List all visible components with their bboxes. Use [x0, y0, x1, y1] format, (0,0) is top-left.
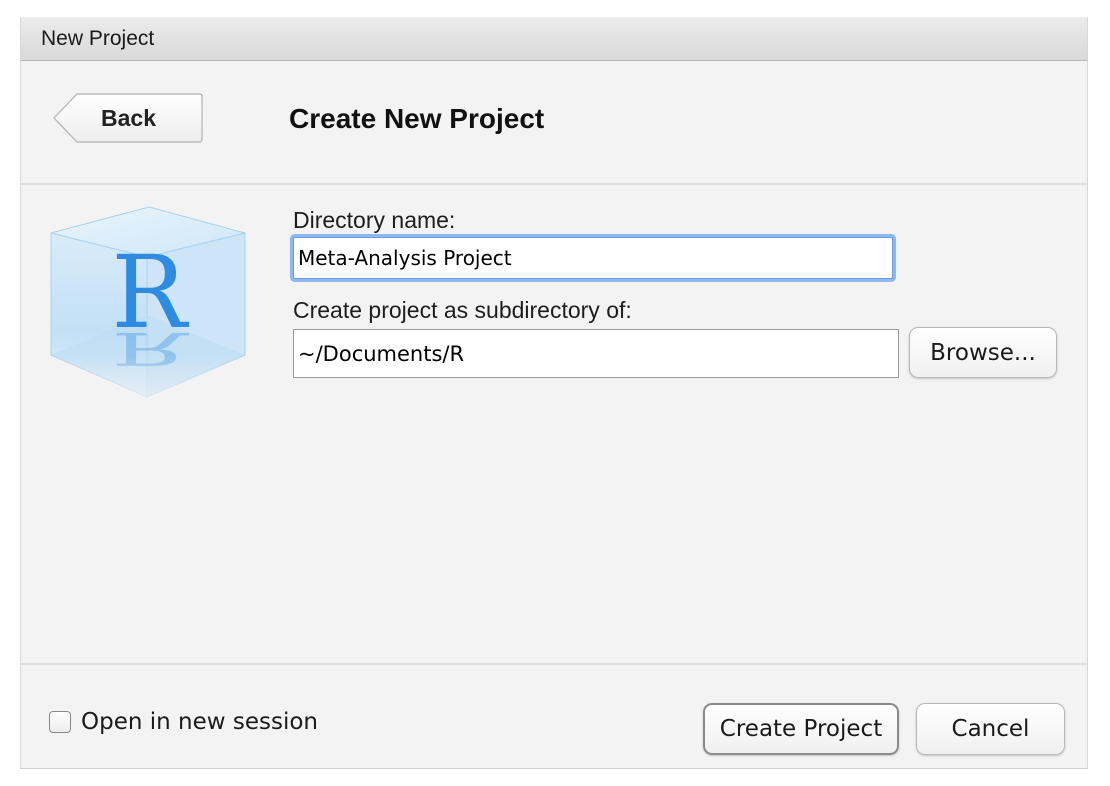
directory-name-input[interactable] [293, 237, 893, 279]
page-title: Create New Project [289, 103, 545, 134]
footer-divider [21, 663, 1087, 665]
wizard-header: Back Create New Project [21, 61, 1087, 185]
parent-directory-label: Create project as subdirectory of: [293, 297, 632, 323]
back-button[interactable]: Back [53, 93, 203, 143]
window-title: New Project [41, 27, 155, 50]
cancel-button[interactable]: Cancel [916, 703, 1065, 755]
parent-directory-input[interactable] [293, 329, 899, 378]
open-new-session-option[interactable]: Open in new session [49, 709, 318, 735]
new-project-dialog: New Project Back Create New Project R R … [20, 17, 1088, 769]
open-new-session-checkbox[interactable] [49, 711, 71, 733]
browse-button[interactable]: Browse... [909, 327, 1057, 378]
create-project-button[interactable]: Create Project [703, 703, 899, 755]
directory-name-label: Directory name: [293, 207, 456, 233]
r-cube-logo-icon: R R [49, 205, 249, 425]
back-button-label: Back [101, 105, 156, 131]
open-new-session-label: Open in new session [81, 709, 319, 735]
window-titlebar: New Project [21, 17, 1087, 61]
